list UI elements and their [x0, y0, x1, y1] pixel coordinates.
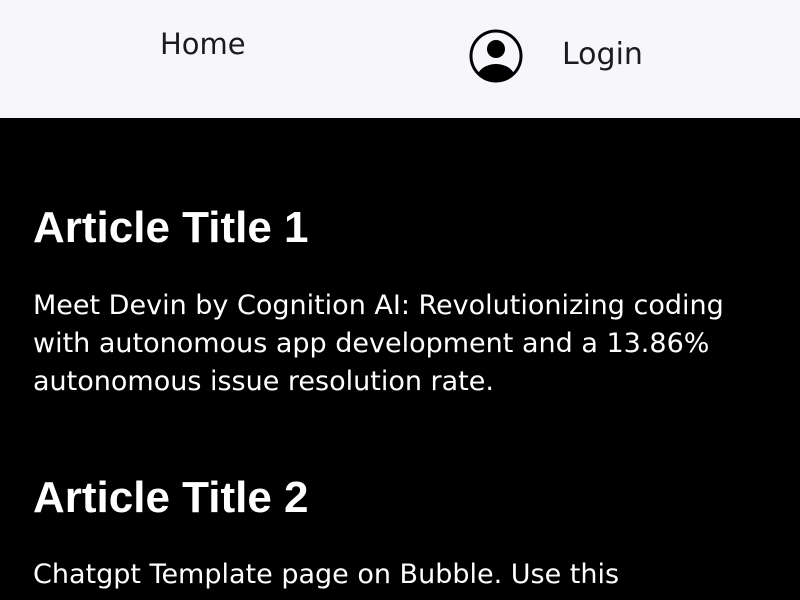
article-title[interactable]: Article Title 2: [33, 472, 778, 524]
articles-section: Article Title 1 Meet Devin by Cognition …: [0, 118, 800, 600]
article-title[interactable]: Article Title 1: [33, 202, 778, 254]
top-nav-bar: Home Login: [0, 0, 800, 118]
user-circle-icon[interactable]: [469, 29, 523, 83]
article-card: Article Title 2 Chatgpt Template page on…: [33, 472, 778, 594]
nav-home-link[interactable]: Home: [160, 24, 246, 64]
article-summary: Meet Devin by Cognition AI: Revolutioniz…: [33, 290, 724, 397]
article-summary: Chatgpt Template page on Bubble. Use thi…: [33, 559, 620, 590]
article-card: Article Title 1 Meet Devin by Cognition …: [33, 202, 778, 401]
nav-login-link[interactable]: Login: [562, 34, 643, 76]
